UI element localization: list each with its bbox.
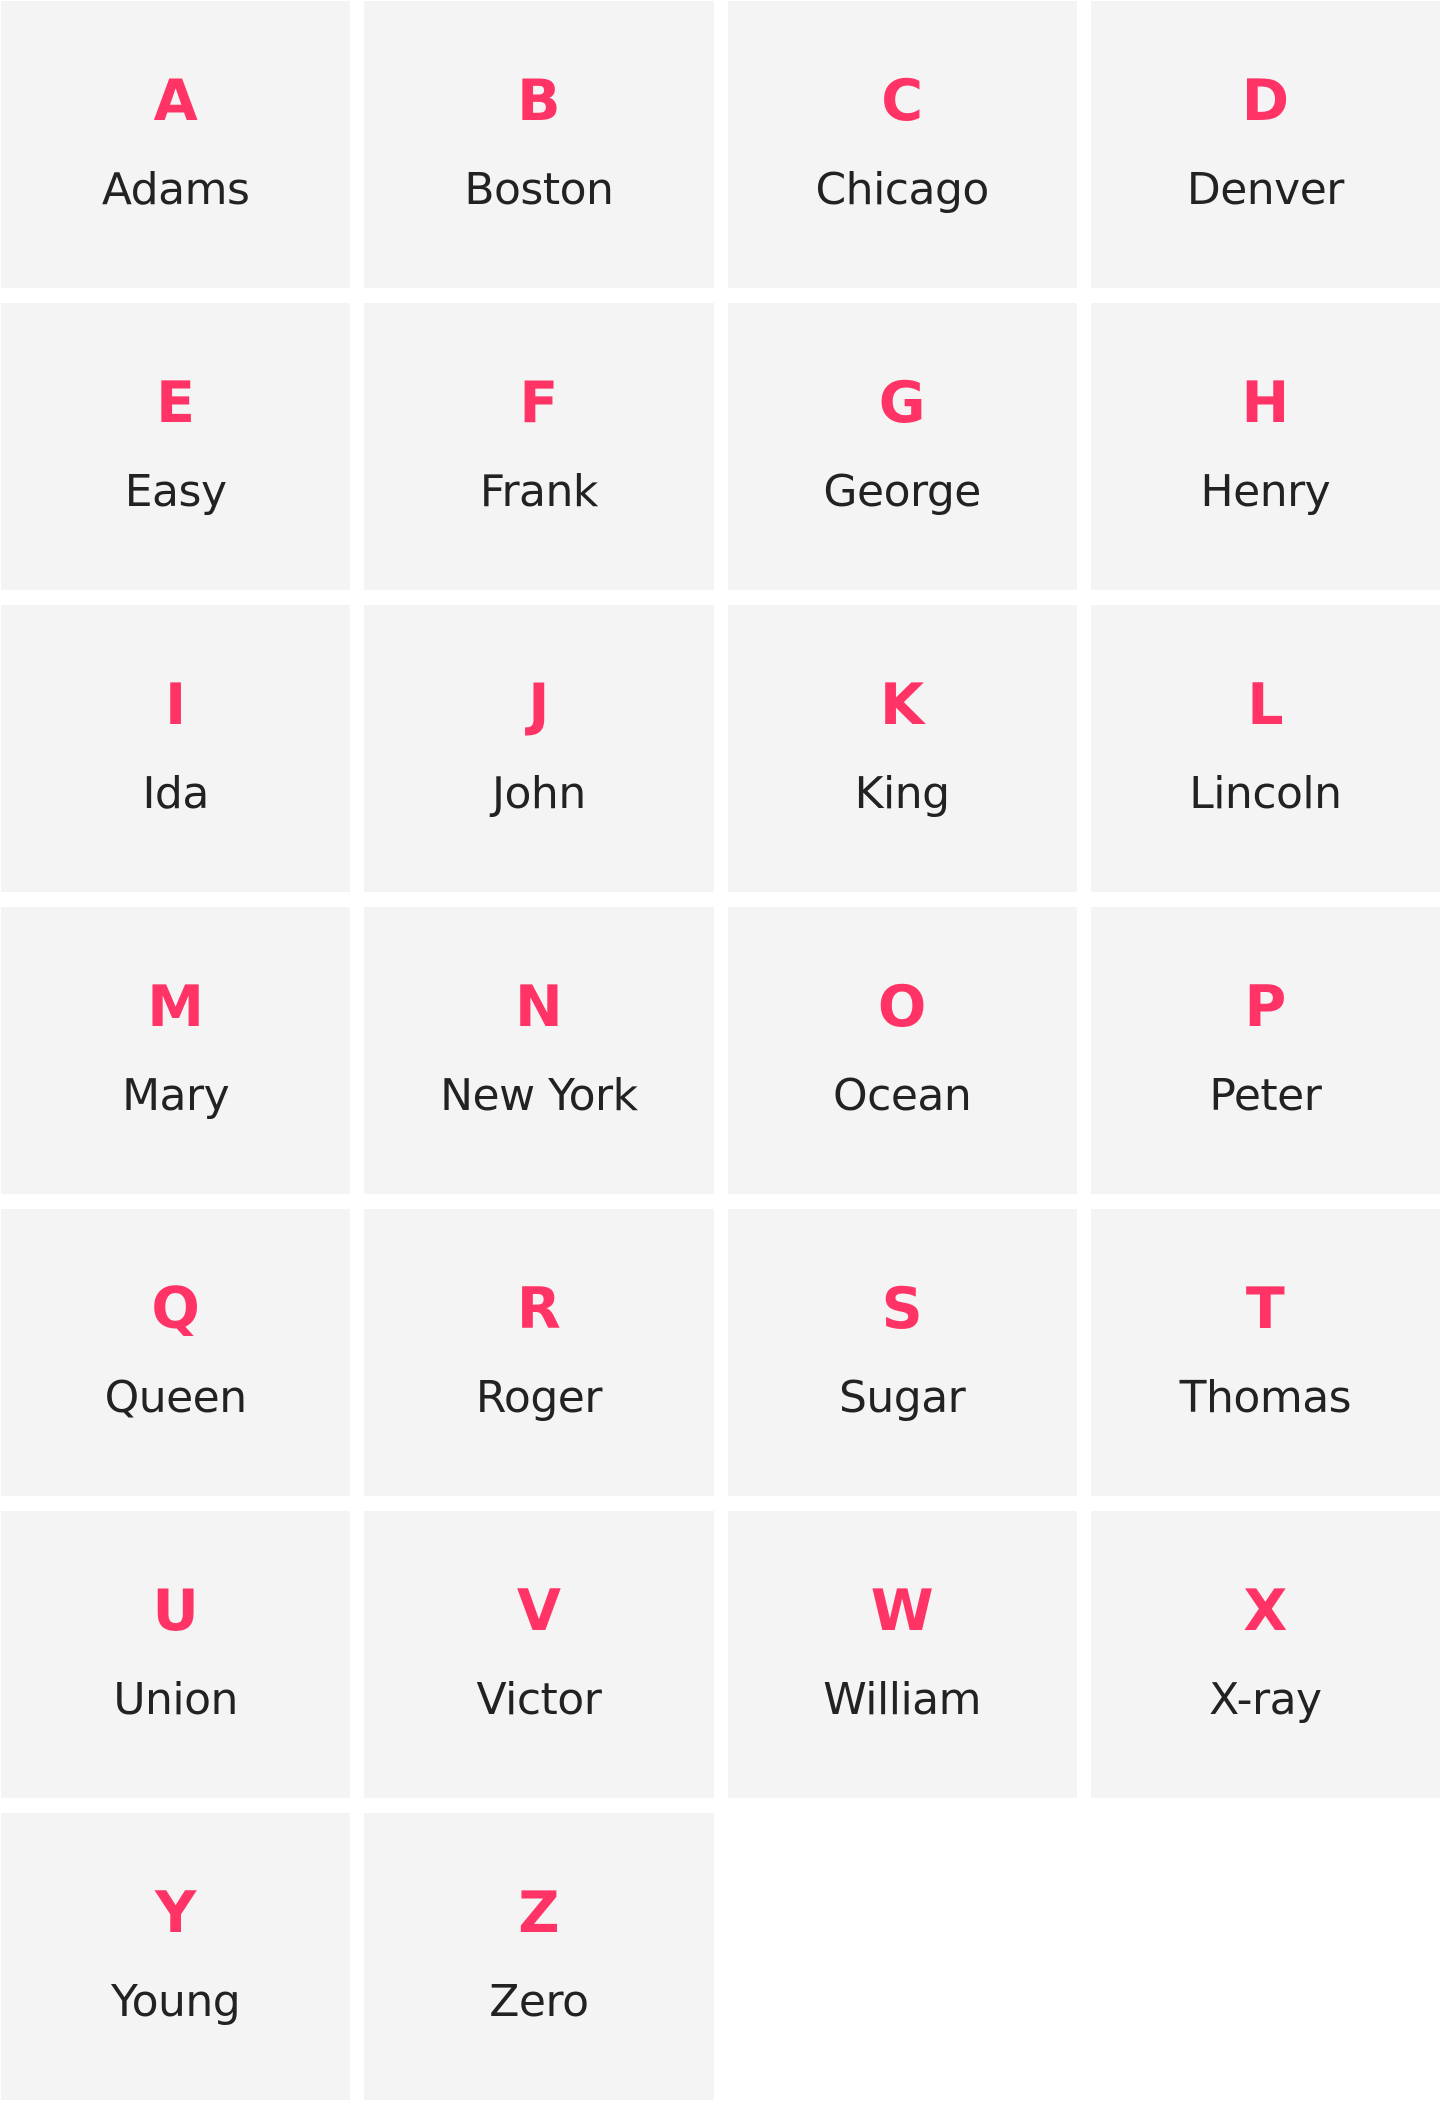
- alphabet-tile-v: V Victor: [364, 1511, 714, 1798]
- alphabet-tile-z: Z Zero: [364, 1813, 714, 2100]
- alphabet-tile-y: Y Young: [1, 1813, 351, 2100]
- alphabet-tile-k: K King: [727, 605, 1077, 892]
- tile-word: Henry: [1200, 466, 1331, 517]
- tile-word: Zero: [489, 1976, 589, 2027]
- tile-word: King: [854, 768, 950, 819]
- tile-word: Young: [111, 1976, 241, 2027]
- tile-letter: I: [165, 672, 187, 738]
- alphabet-tile-c: C Chicago: [727, 1, 1077, 288]
- tile-letter: Q: [151, 1276, 200, 1342]
- tile-letter: V: [516, 1578, 561, 1644]
- alphabet-tile-i: I Ida: [1, 605, 351, 892]
- tile-letter: R: [516, 1276, 561, 1342]
- tile-letter: Y: [154, 1880, 197, 1946]
- alphabet-tile-d: D Denver: [1090, 1, 1440, 288]
- tile-word: Adams: [101, 164, 250, 215]
- tile-word: New York: [440, 1070, 638, 1121]
- tile-word: John: [492, 768, 586, 819]
- tile-word: Union: [113, 1674, 238, 1725]
- tile-letter: N: [515, 974, 563, 1040]
- tile-letter: F: [519, 370, 559, 436]
- tile-letter: U: [152, 1578, 199, 1644]
- tile-word: X-ray: [1209, 1674, 1322, 1725]
- alphabet-tile-s: S Sugar: [727, 1209, 1077, 1496]
- alphabet-tile-p: P Peter: [1090, 907, 1440, 1194]
- tile-letter: T: [1245, 1276, 1285, 1342]
- tile-letter: A: [153, 68, 198, 134]
- alphabet-tile-f: F Frank: [364, 303, 714, 590]
- tile-word: Ocean: [833, 1070, 972, 1121]
- tile-letter: O: [877, 974, 927, 1040]
- alphabet-tile-a: A Adams: [1, 1, 351, 288]
- tile-letter: M: [147, 974, 204, 1040]
- tile-letter: W: [870, 1578, 934, 1644]
- tile-word: Roger: [475, 1372, 603, 1423]
- tile-letter: S: [881, 1276, 923, 1342]
- alphabet-tile-o: O Ocean: [727, 907, 1077, 1194]
- tile-letter: H: [1241, 370, 1290, 436]
- tile-letter: Z: [518, 1880, 560, 1946]
- tile-word: Frank: [479, 466, 599, 517]
- alphabet-tile-x: X X-ray: [1090, 1511, 1440, 1798]
- tile-word: Denver: [1186, 164, 1345, 215]
- tile-word: Boston: [464, 164, 614, 215]
- tile-letter: D: [1241, 68, 1290, 134]
- tile-word: Thomas: [1179, 1372, 1352, 1423]
- phonetic-alphabet-grid: A Adams B Boston C Chicago D Denver E Ea…: [0, 0, 1440, 2100]
- alphabet-tile-w: W William: [727, 1511, 1077, 1798]
- tile-letter: E: [156, 370, 196, 436]
- tile-word: Mary: [122, 1070, 230, 1121]
- alphabet-tile-e: E Easy: [1, 303, 351, 590]
- alphabet-tile-h: H Henry: [1090, 303, 1440, 590]
- tile-letter: B: [517, 68, 561, 134]
- tile-word: Chicago: [815, 164, 989, 215]
- tile-letter: K: [880, 672, 925, 738]
- tile-letter: J: [528, 672, 550, 738]
- tile-word: Easy: [124, 466, 227, 517]
- tile-word: William: [823, 1674, 981, 1725]
- alphabet-tile-q: Q Queen: [1, 1209, 351, 1496]
- alphabet-tile-m: M Mary: [1, 907, 351, 1194]
- tile-letter: X: [1243, 1578, 1288, 1644]
- tile-letter: P: [1244, 974, 1287, 1040]
- tile-word: Ida: [142, 768, 209, 819]
- alphabet-tile-g: G George: [727, 303, 1077, 590]
- tile-letter: L: [1247, 672, 1284, 738]
- tile-letter: C: [881, 68, 924, 134]
- tile-word: Victor: [476, 1674, 602, 1725]
- alphabet-tile-n: N New York: [364, 907, 714, 1194]
- tile-word: Peter: [1209, 1070, 1322, 1121]
- alphabet-tile-r: R Roger: [364, 1209, 714, 1496]
- tile-word: Queen: [104, 1372, 248, 1423]
- alphabet-tile-b: B Boston: [364, 1, 714, 288]
- tile-word: George: [823, 466, 981, 517]
- tile-letter: G: [878, 370, 926, 436]
- alphabet-tile-j: J John: [364, 605, 714, 892]
- alphabet-tile-u: U Union: [1, 1511, 351, 1798]
- tile-word: Sugar: [838, 1372, 966, 1423]
- alphabet-tile-l: L Lincoln: [1090, 605, 1440, 892]
- tile-word: Lincoln: [1189, 768, 1342, 819]
- alphabet-tile-t: T Thomas: [1090, 1209, 1440, 1496]
